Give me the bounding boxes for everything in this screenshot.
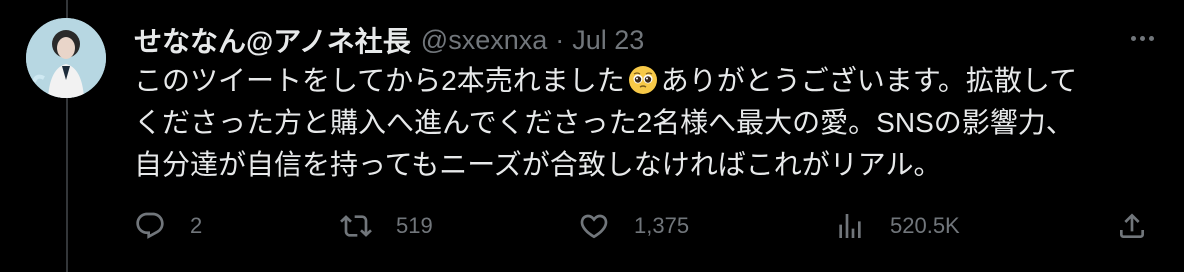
retweet-icon: [340, 215, 372, 237]
views-count: 520.5K: [890, 213, 960, 238]
tweet-text-segment: ありがとうございます。拡散して: [660, 65, 1078, 96]
tweet-text-line-2: くださった方と購入へ進んでくださった2名様へ最大の愛。SNSの影響力、: [134, 107, 1074, 138]
views-button[interactable]: 520.5K: [834, 204, 960, 248]
tweet-header: せななん@アノネ社長 @sxexnxa · Jul 23: [134, 20, 644, 60]
tweet-date[interactable]: Jul 23: [572, 25, 644, 56]
tweet-text-segment: このツイートをしてから2本売れました: [134, 65, 625, 96]
separator-dot: ·: [555, 24, 565, 55]
more-icon[interactable]: [1124, 24, 1160, 52]
tweet-actions: 2 519 1,375 520.5K: [134, 204, 1154, 248]
like-icon: [580, 214, 608, 239]
retweet-count: 519: [396, 213, 433, 238]
views-icon: [839, 214, 861, 238]
avatar-image: [26, 18, 106, 98]
share-icon: [1120, 213, 1144, 238]
avatar[interactable]: [26, 18, 106, 98]
pleading-face-emoji: [628, 66, 657, 94]
tweet[interactable]: せななん@アノネ社長 @sxexnxa · Jul 23 このツイートをしてから…: [0, 0, 1184, 272]
retweet-button[interactable]: 519: [340, 204, 433, 248]
reply-button[interactable]: 2: [134, 204, 202, 248]
tweet-text-line-1: このツイートをしてから2本売れました ありがとうございます。拡散して: [134, 60, 1154, 102]
share-button[interactable]: [1116, 204, 1148, 248]
reply-count: 2: [190, 213, 203, 238]
tweet-text: このツイートをしてから2本売れました ありがとうございます。拡散して くださった…: [134, 60, 1154, 186]
user-handle[interactable]: @sxexnxa: [421, 25, 547, 56]
display-name[interactable]: せななん@アノネ社長: [134, 20, 411, 60]
reply-icon: [136, 212, 164, 239]
like-button[interactable]: 1,375: [578, 204, 689, 248]
tweet-text-line-3: 自分達が自信を持ってもニーズが合致しなければこれがリアル。: [134, 149, 942, 180]
like-count: 1,375: [634, 213, 690, 238]
